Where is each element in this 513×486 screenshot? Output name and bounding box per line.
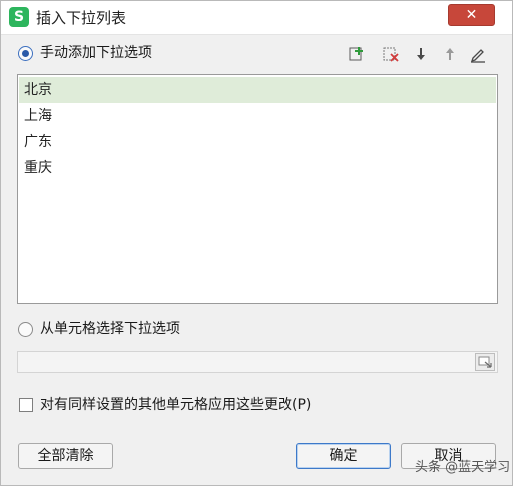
add-item-icon[interactable]: [348, 45, 366, 63]
watermark: 头条 @蓝天学习: [415, 460, 511, 475]
list-item[interactable]: 广东: [19, 129, 496, 155]
apply-to-same-cells-checkbox[interactable]: [19, 398, 33, 412]
edit-item-icon[interactable]: [469, 45, 487, 63]
list-item[interactable]: 上海: [19, 103, 496, 129]
apply-to-same-cells-label: 对有同样设置的其他单元格应用这些更改(P): [40, 397, 312, 413]
move-down-icon[interactable]: [412, 45, 430, 63]
clear-all-button[interactable]: 全部清除: [18, 443, 113, 469]
dialog-title: 插入下拉列表: [36, 9, 127, 27]
insert-dropdown-dialog: S 插入下拉列表 ✕ 手动添加下拉选项 北京 上海 广东 重庆 从单元格选择下拉…: [0, 0, 513, 486]
close-button[interactable]: ✕: [448, 4, 495, 26]
from-cells-option-label: 从单元格选择下拉选项: [40, 321, 180, 337]
ok-button[interactable]: 确定: [296, 443, 391, 469]
dropdown-options-list[interactable]: 北京 上海 广东 重庆: [17, 74, 498, 304]
list-item[interactable]: 重庆: [19, 155, 496, 181]
range-select-icon[interactable]: [475, 353, 495, 371]
from-cells-option-radio[interactable]: [18, 322, 33, 337]
move-up-icon[interactable]: [441, 45, 459, 63]
title-bar[interactable]: S 插入下拉列表 ✕: [1, 1, 512, 35]
manual-option-label: 手动添加下拉选项: [40, 45, 152, 61]
app-logo-letter: S: [13, 9, 25, 25]
manual-option-radio[interactable]: [18, 46, 33, 61]
app-logo-icon: S: [9, 7, 29, 27]
list-item[interactable]: 北京: [19, 77, 496, 103]
cell-range-input[interactable]: [17, 351, 498, 373]
delete-item-icon[interactable]: [382, 45, 400, 63]
